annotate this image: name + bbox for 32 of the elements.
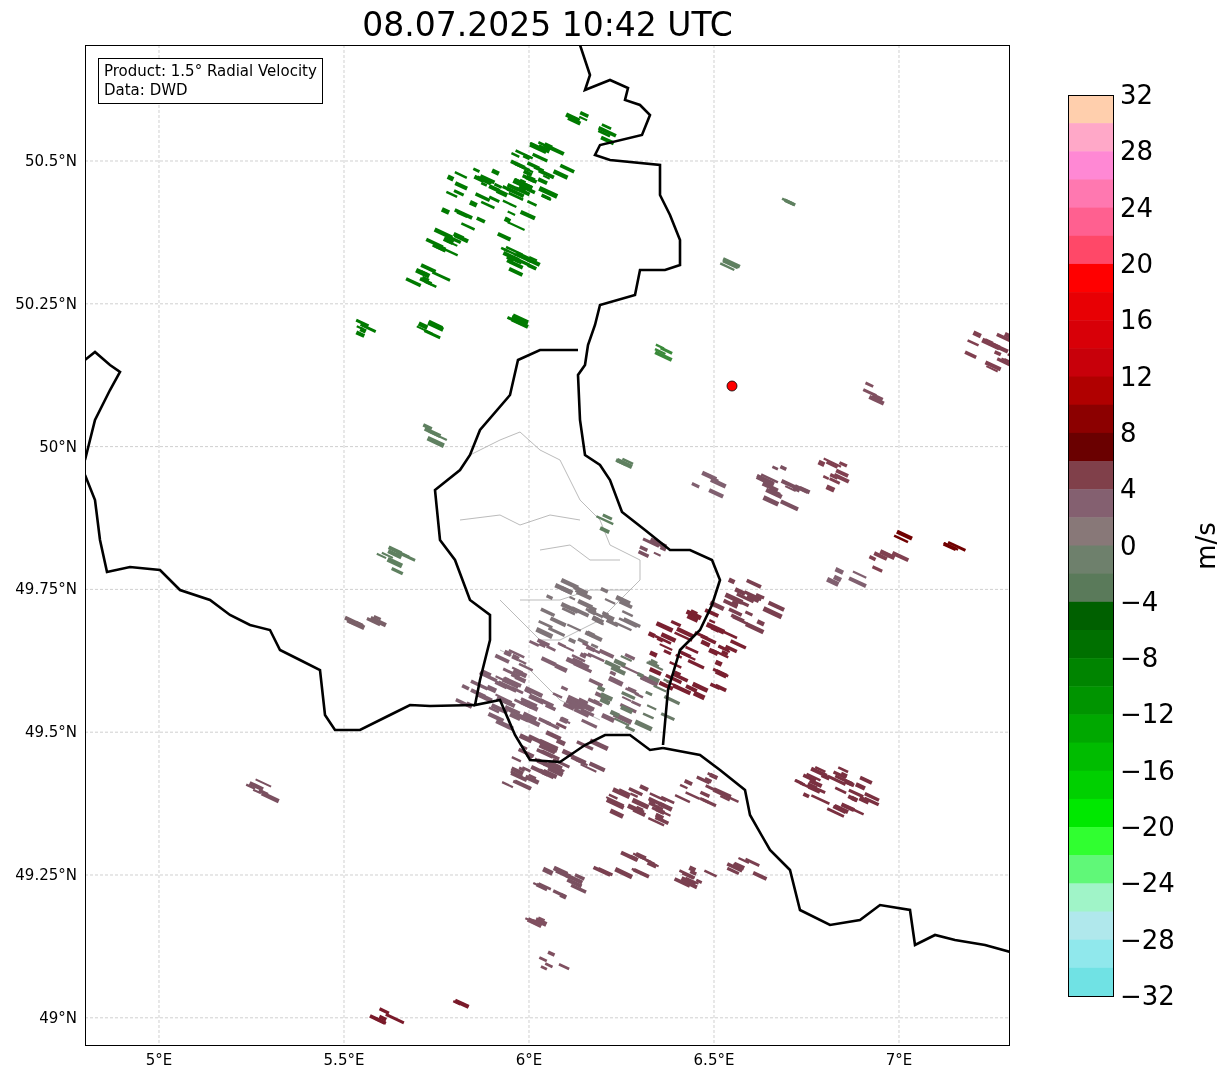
latitude-label: 49°N [39,1007,77,1028]
colorbar-tick-label: −32 [1120,980,1175,1012]
chart-title: 08.07.2025 10:42 UTC [361,4,734,46]
colorbar-tick-label: 32 [1120,79,1154,111]
colorbar-tick-label: −24 [1120,867,1175,900]
longitude-label: 6.5°E [692,1050,736,1070]
latitude-label: 49.25°N [15,865,77,885]
longitude-label: 7°E [884,1050,914,1070]
colorbar-tick-label: −20 [1120,811,1175,844]
colorbar-tick-label: 16 [1120,304,1154,337]
colorbar-tick-label: 0 [1120,529,1137,562]
latitude-label: 49.75°N [15,579,77,600]
latitude-label: 50.5°N [24,151,77,171]
colorbar-tick-label: −4 [1120,585,1159,618]
colorbar-tick-label: −28 [1120,923,1175,956]
longitude-label: 5°E [144,1050,174,1070]
longitude-label: 6°E [514,1050,544,1070]
colorbar-tick-label: 20 [1120,247,1154,280]
colorbar-tick-label: −16 [1120,754,1175,787]
colorbar-label: m/s [1189,522,1222,570]
latitude-label: 49.5°N [24,722,77,743]
colorbar-tick-label: −8 [1120,642,1159,675]
colorbar-tick-label: −12 [1120,698,1175,731]
colorbar-tick-label: 8 [1120,416,1137,449]
latitude-label: 50°N [39,436,77,457]
info-box: Product: 1.5° Radial Velocity Data: DWD [98,58,323,104]
colorbar-tick-label: 4 [1120,473,1137,506]
latitude-label: 50.25°N [15,293,77,314]
colorbar-tick-label: 12 [1120,360,1154,393]
colorbar-tick-label: 24 [1120,191,1154,224]
longitude-label: 5.5°E [322,1050,366,1070]
colorbar-tick-label: 28 [1120,135,1154,168]
